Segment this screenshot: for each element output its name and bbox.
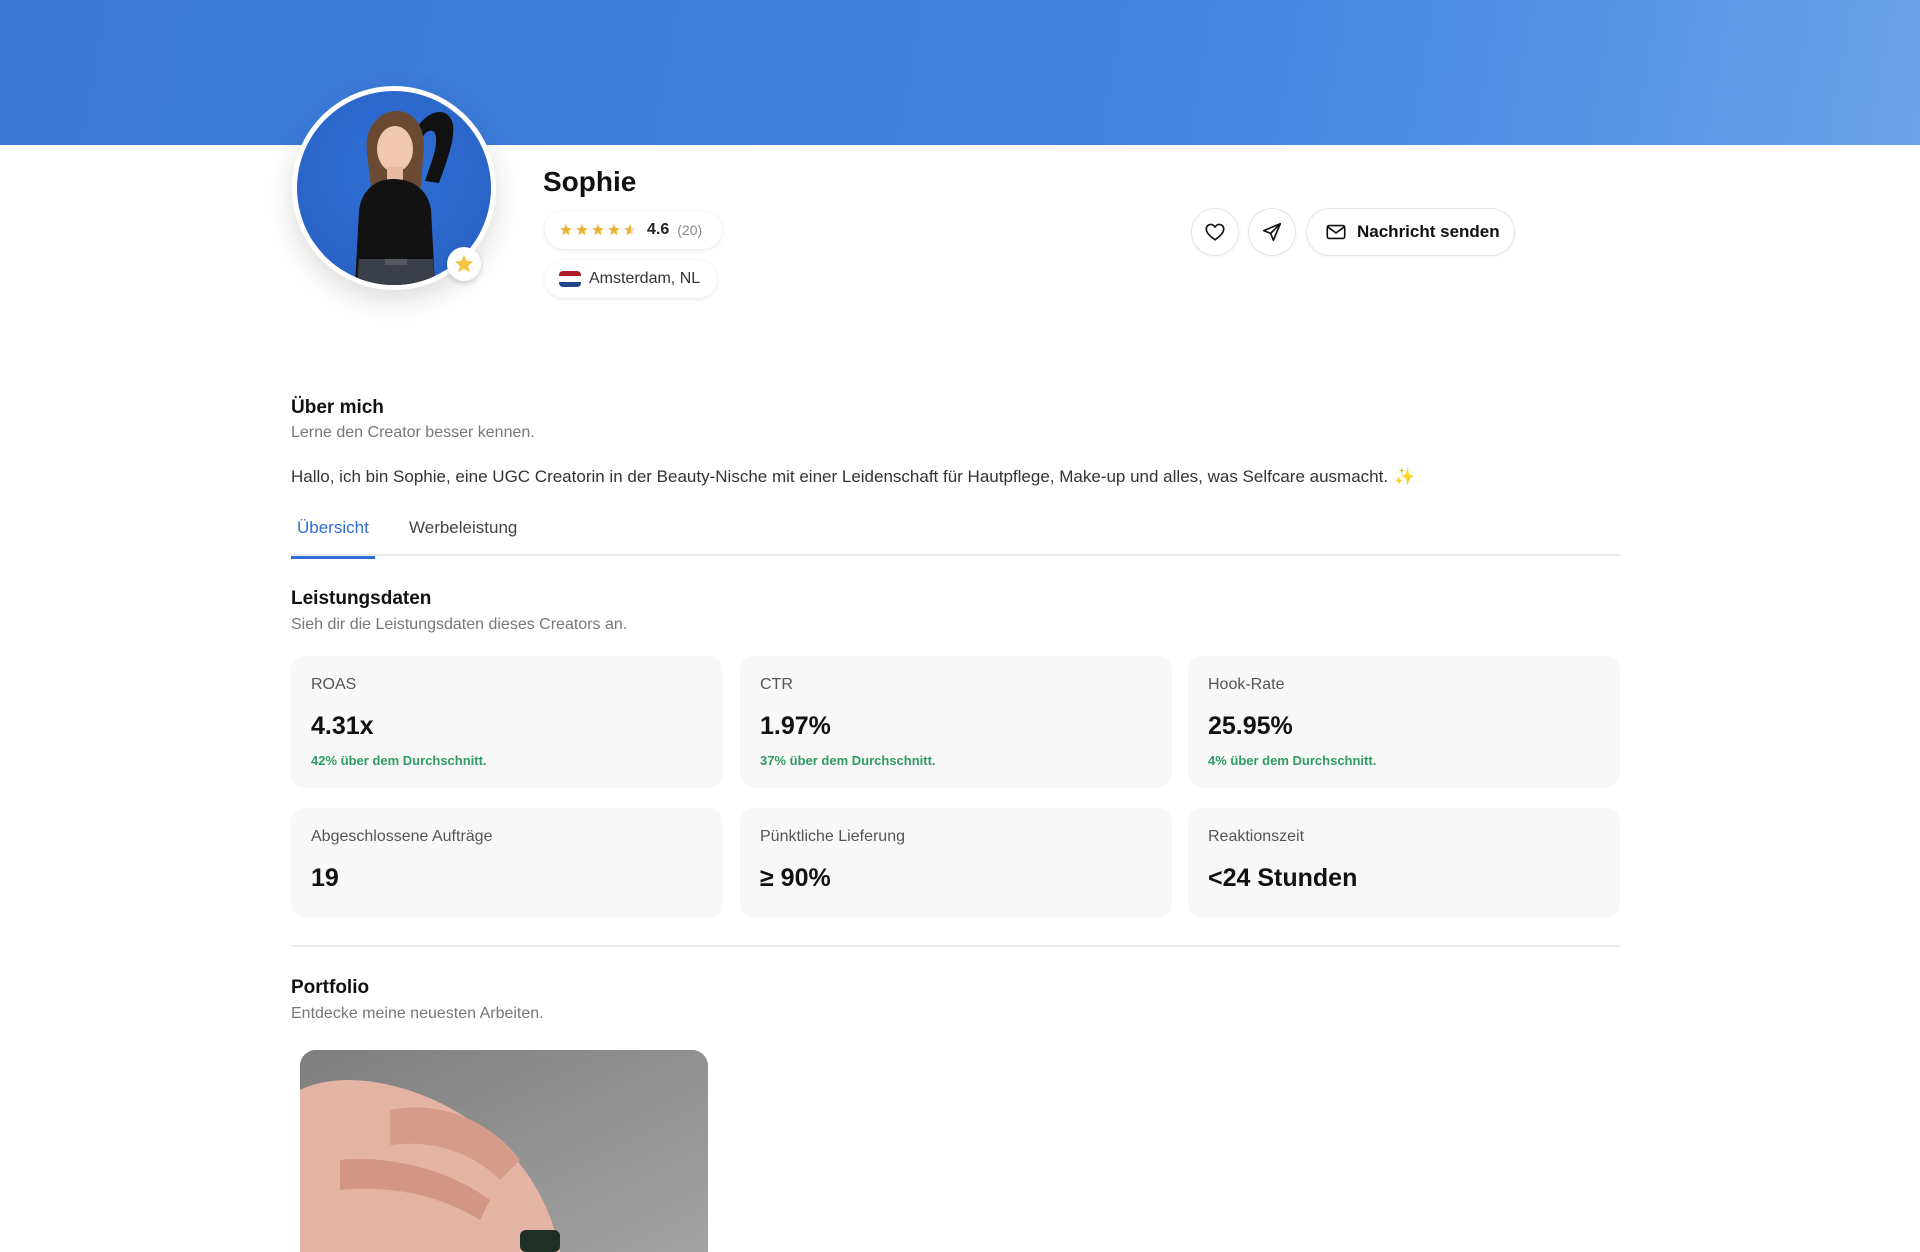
tab-overview[interactable]: Übersicht: [291, 518, 375, 559]
star-icon: [454, 254, 474, 273]
performance-subtitle: Sieh dir die Leistungsdaten dieses Creat…: [291, 616, 628, 633]
profile-tabs: Übersicht Werbeleistung: [291, 514, 1620, 559]
metric-value: 19: [311, 864, 339, 892]
rating-stars: [559, 223, 637, 237]
netherlands-flag-icon: [559, 271, 581, 287]
send-message-label: Nachricht senden: [1357, 222, 1500, 241]
location-text: Amsterdam, NL: [589, 270, 701, 287]
portfolio-subtitle: Entdecke meine neuesten Arbeiten.: [291, 1005, 544, 1022]
metric-label: CTR: [760, 676, 793, 693]
sparkles-emoji: ✨: [1394, 467, 1416, 486]
send-icon: [1262, 222, 1282, 242]
metric-card-response-time: Reaktionszeit <24 Stunden: [1188, 808, 1620, 918]
favorite-button[interactable]: [1191, 208, 1239, 256]
metric-note: 4% über dem Durchschnitt.: [1208, 753, 1377, 768]
metric-card-roas: ROAS 4.31x 42% über dem Durchschnitt.: [291, 656, 723, 788]
metric-value: ≥ 90%: [760, 864, 831, 892]
metric-card-ctr: CTR 1.97% 37% über dem Durchschnitt.: [740, 656, 1172, 788]
portfolio-item[interactable]: [300, 1050, 708, 1252]
metric-card-hook-rate: Hook-Rate 25.95% 4% über dem Durchschnit…: [1188, 656, 1620, 788]
profile-name: Sophie: [543, 166, 637, 197]
share-button[interactable]: [1248, 208, 1296, 256]
rating-value: 4.6: [647, 221, 670, 238]
portfolio-thumbnail: [300, 1050, 708, 1252]
star-icon: [624, 224, 636, 236]
metric-card-on-time-delivery: Pünktliche Lieferung ≥ 90%: [740, 808, 1172, 918]
metric-note: 42% über dem Durchschnitt.: [311, 753, 487, 768]
metric-label: Pünktliche Lieferung: [760, 828, 905, 845]
tab-ad-performance[interactable]: Werbeleistung: [403, 518, 523, 556]
mail-icon: [1326, 224, 1346, 240]
profile-banner: [0, 0, 1920, 145]
rating-badge: 4.6 (20): [545, 211, 722, 249]
metric-note: 37% über dem Durchschnitt.: [760, 753, 936, 768]
performance-title: Leistungsdaten: [291, 588, 432, 609]
section-divider: [291, 945, 1620, 947]
metric-label: Reaktionszeit: [1208, 828, 1305, 845]
star-icon: [560, 224, 572, 236]
star-icon: [592, 224, 604, 236]
featured-star-badge: [447, 247, 481, 281]
metric-label: Hook-Rate: [1208, 676, 1285, 693]
portfolio-title: Portfolio: [291, 977, 370, 998]
metric-value: 1.97%: [760, 712, 831, 740]
metric-value: 25.95%: [1208, 712, 1293, 740]
send-message-button[interactable]: Nachricht senden: [1306, 208, 1515, 256]
rating-count: (20): [677, 222, 703, 238]
heart-icon: [1205, 223, 1225, 241]
location-badge: Amsterdam, NL: [545, 260, 717, 298]
metric-card-completed-orders: Abgeschlossene Aufträge 19: [291, 808, 723, 918]
star-icon: [576, 224, 588, 236]
metric-value: 4.31x: [311, 712, 374, 740]
metric-value: <24 Stunden: [1208, 864, 1358, 892]
star-icon: [608, 224, 620, 236]
about-title: Über mich: [291, 397, 384, 418]
metric-label: ROAS: [311, 676, 357, 693]
about-body: Hallo, ich bin Sophie, eine UGC Creatori…: [291, 467, 1389, 486]
about-subtitle: Lerne den Creator besser kennen.: [291, 424, 535, 441]
about-text: Hallo, ich bin Sophie, eine UGC Creatori…: [291, 467, 1415, 487]
metric-label: Abgeschlossene Aufträge: [311, 828, 493, 845]
